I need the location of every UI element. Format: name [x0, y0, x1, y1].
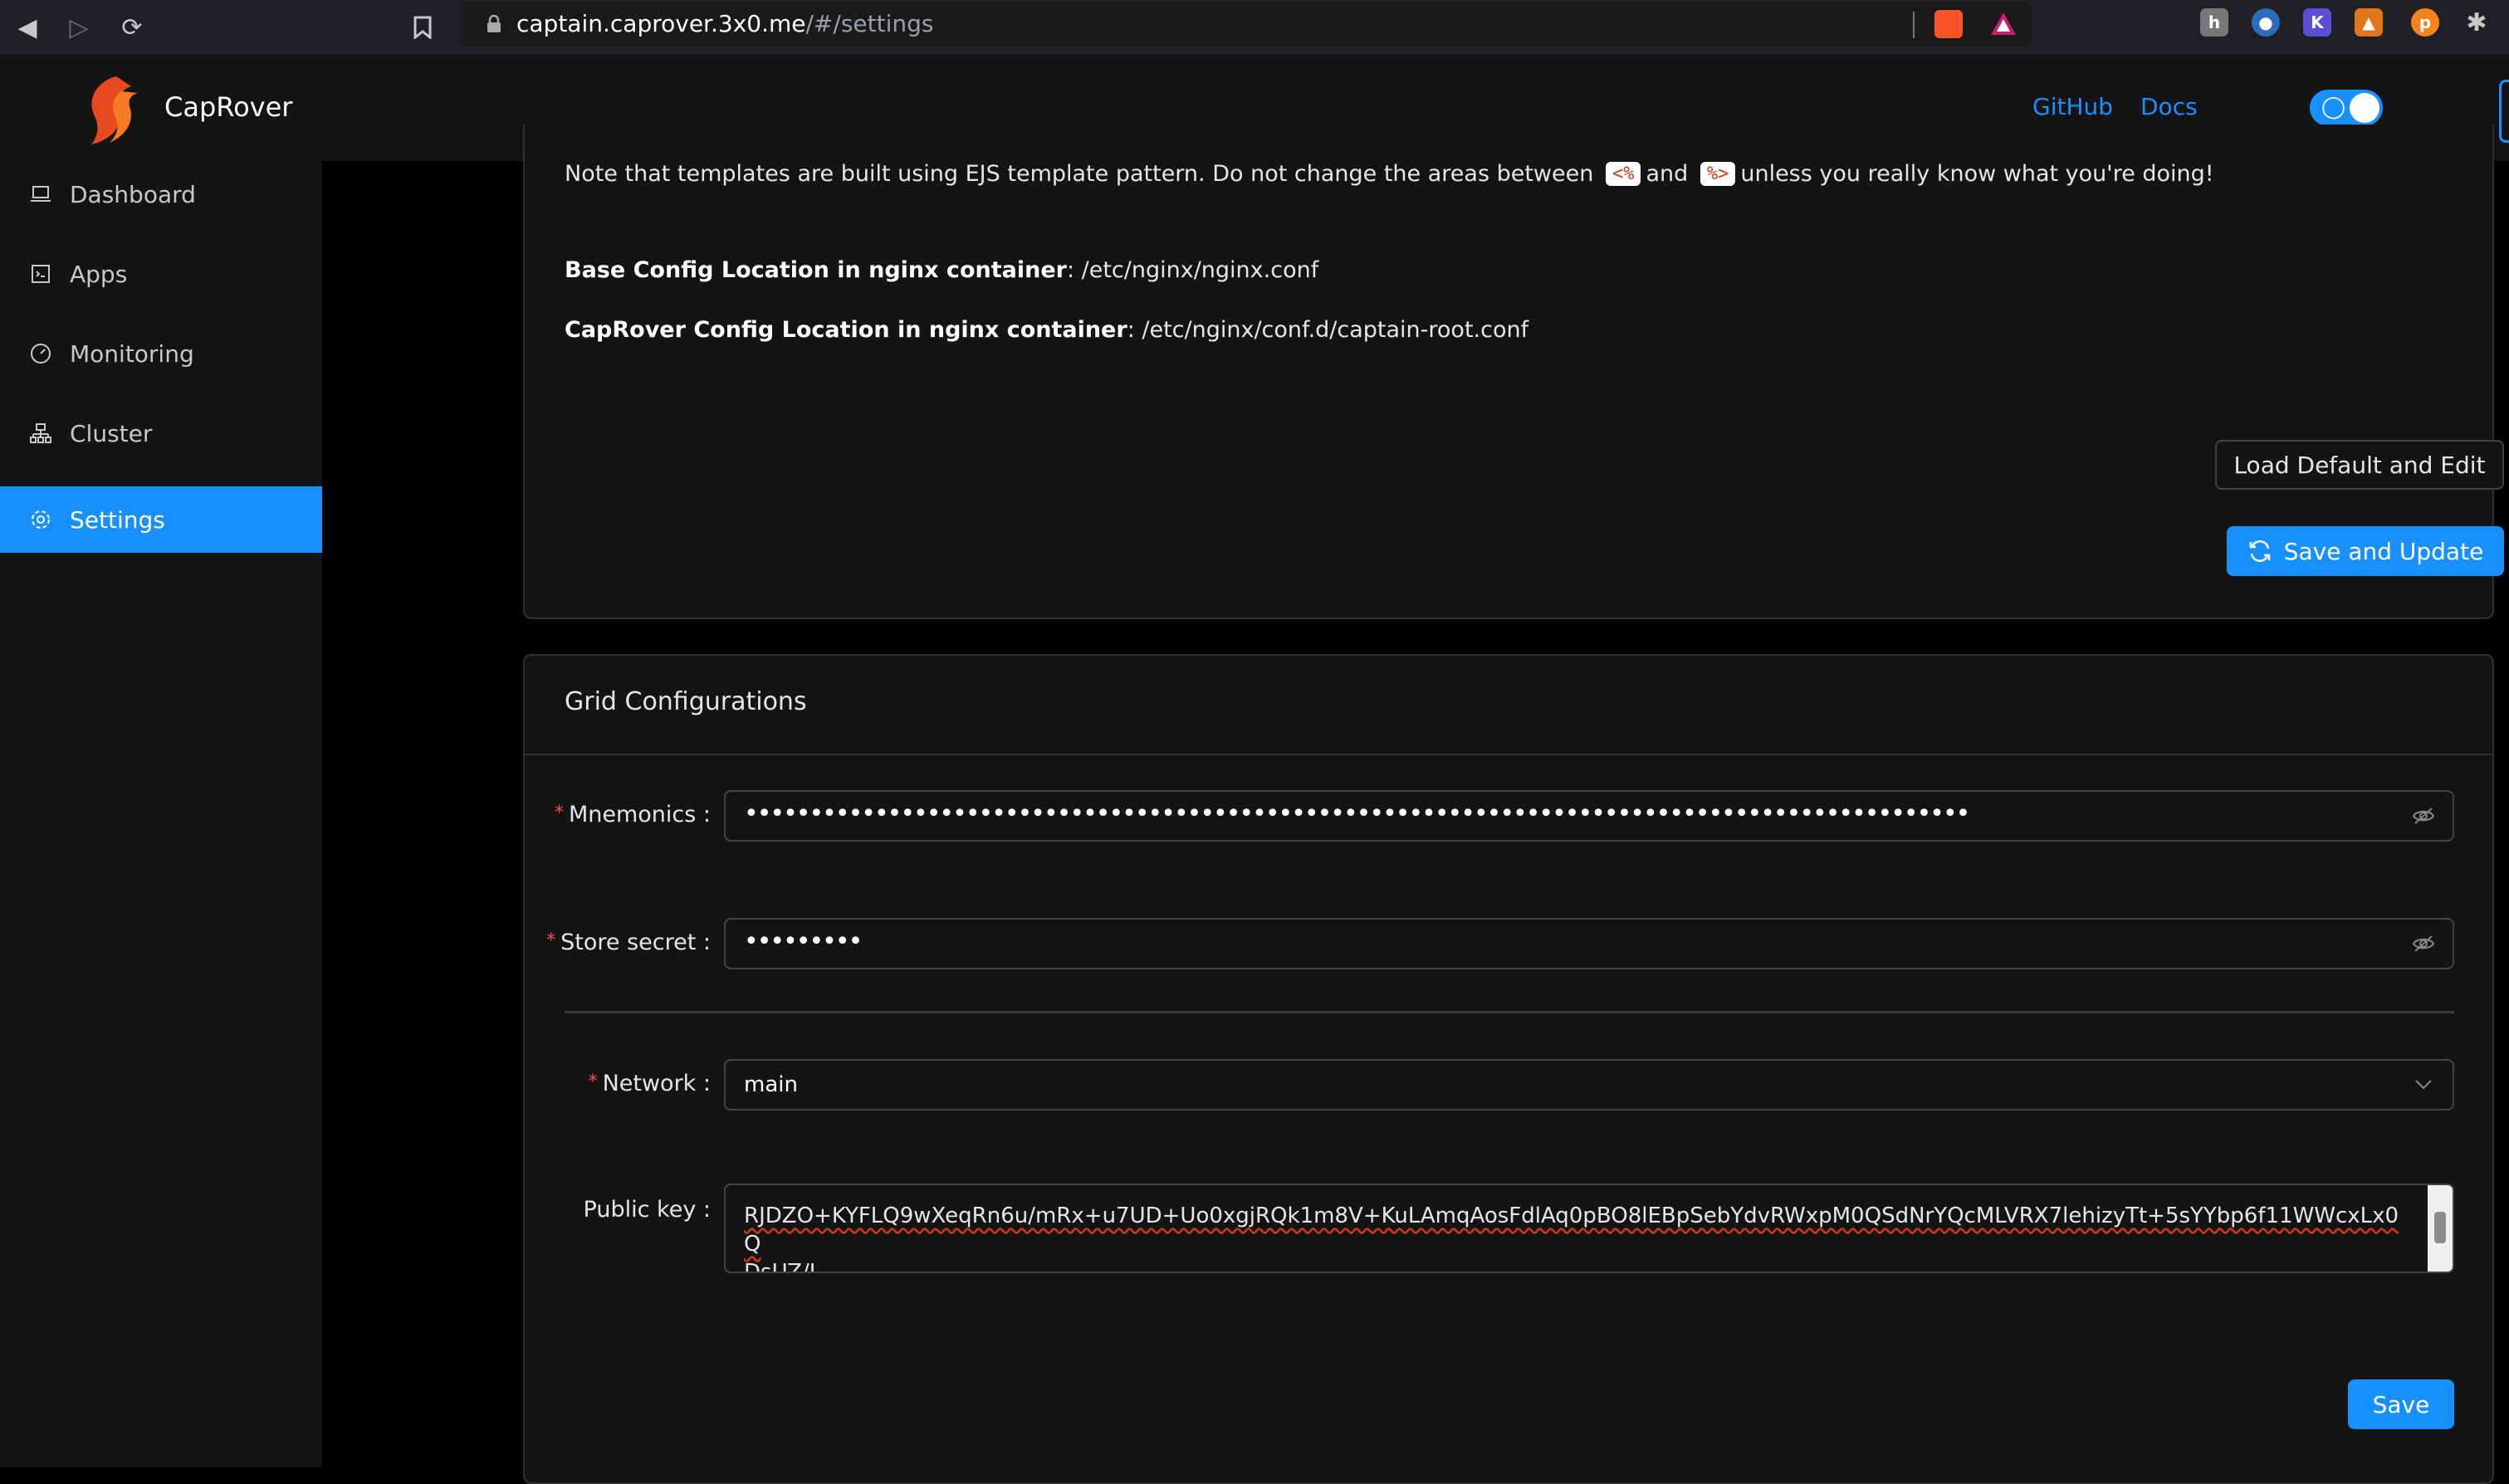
lock-icon — [480, 10, 508, 38]
extension-globe-icon[interactable]: ● — [2252, 8, 2280, 37]
public-key-line-2-text: DsUZ/J — [744, 1260, 816, 1273]
public-key-text: RJDZO+KYFLQ9wXeqRn6u/mRx+u7UD+Uo0xgjRQk1… — [744, 1185, 2413, 1273]
ejs-note-text: Note that templates are built using EJS … — [565, 161, 1594, 187]
gear-icon — [28, 507, 53, 532]
caprover-config-label: CapRover Config Location in nginx contai… — [565, 317, 1127, 343]
sync-icon — [2247, 539, 2272, 564]
ejs-close-tag: %> — [1700, 162, 1736, 186]
store-secret-input[interactable]: ••••••••• — [724, 918, 2454, 969]
sidebar-item-monitoring[interactable]: Monitoring — [0, 320, 322, 387]
url-divider — [1913, 12, 1915, 38]
extension-p-icon[interactable]: p — [2411, 8, 2439, 37]
eye-invisible-icon[interactable] — [2411, 803, 2436, 828]
sidebar-item-label: Monitoring — [70, 339, 194, 368]
public-key-line-1: RJDZO+KYFLQ9wXeqRn6u/mRx+u7UD+Uo0xgjRQk1… — [744, 1202, 2413, 1258]
store-secret-value: ••••••••• — [744, 927, 863, 956]
caprover-config-location: CapRover Config Location in nginx contai… — [565, 317, 1528, 343]
grid-config-card: Grid Configurations * Mnemonics : •••••••… — [523, 654, 2494, 1484]
network-label: * Network : — [588, 1071, 711, 1096]
save-and-update-label: Save and Update — [2283, 537, 2484, 565]
mnemonics-input[interactable]: ••••••••••••••••••••••••••••••••••••••••… — [724, 790, 2454, 842]
sidebar-item-settings[interactable]: Settings — [0, 486, 322, 553]
save-button[interactable]: Save — [2348, 1379, 2454, 1429]
toggle-knob — [2350, 93, 2379, 123]
grid-card-header: Grid Configurations — [525, 656, 2492, 755]
base-config-label: Base Config Location in nginx container — [565, 257, 1067, 283]
code-icon — [28, 261, 53, 286]
mnemonics-label: * Mnemonics : — [554, 802, 711, 827]
ejs-note: Note that templates are built using EJS … — [565, 161, 2214, 187]
nginx-config-card: Note that templates are built using EJS … — [523, 124, 2504, 619]
sidebar-item-label: Settings — [70, 505, 165, 534]
extension-h-icon[interactable]: h — [2200, 8, 2228, 37]
public-key-label-text: Public key — [583, 1197, 697, 1223]
caprover-logo[interactable] — [80, 73, 149, 148]
address-bar[interactable]: captain.caprover.3x0.me/#/settings — [460, 2, 2032, 46]
network-value: main — [744, 1072, 798, 1097]
brave-rewards-icon[interactable] — [1989, 10, 2017, 38]
caprover-config-value: : /etc/nginx/conf.d/captain-root.conf — [1127, 317, 1529, 343]
public-key-label: Public key : — [583, 1197, 711, 1223]
cluster-icon — [28, 421, 53, 446]
store-secret-label: * Store secret : — [546, 930, 711, 955]
mnemonics-value: ••••••••••••••••••••••••••••••••••••••••… — [744, 799, 1970, 828]
bulb-icon: ◯ — [2321, 95, 2346, 120]
sidebar: Dashboard Apps Monitoring Cluster Settin… — [0, 161, 322, 1467]
ejs-note-warning: unless you really know what you're doing… — [1740, 161, 2214, 187]
url-host: captain.caprover.3x0.me — [516, 10, 806, 37]
brave-shield-icon[interactable] — [1934, 10, 1963, 38]
mnemonics-label-text: Mnemonics — [568, 802, 697, 827]
base-config-location: Base Config Location in nginx container:… — [565, 257, 1318, 283]
forward-icon[interactable]: ▷ — [58, 7, 100, 48]
cut-off-header-button[interactable] — [2499, 80, 2509, 143]
base-config-value: : /etc/nginx/nginx.conf — [1066, 257, 1319, 283]
url-path: /#/settings — [805, 10, 934, 37]
load-default-button[interactable]: Load Default and Edit — [2215, 440, 2504, 490]
public-key-partial-line — [744, 1185, 2413, 1202]
metamask-icon[interactable]: ▲ — [2355, 8, 2383, 37]
eye-invisible-icon[interactable] — [2411, 931, 2436, 956]
sidebar-item-apps[interactable]: Apps — [0, 241, 322, 307]
scrollbar-thumb[interactable] — [2434, 1212, 2446, 1243]
network-label-text: Network — [602, 1071, 697, 1096]
chevron-down-icon — [2411, 1072, 2436, 1097]
sidebar-item-label: Dashboard — [70, 180, 196, 208]
extension-k-icon[interactable]: K — [2303, 8, 2331, 37]
puzzle-icon[interactable]: ✱ — [2463, 8, 2491, 37]
public-key-line-2: DsUZ/J — [744, 1258, 2413, 1273]
url-text: captain.caprover.3x0.me/#/settings — [516, 10, 933, 37]
brand-name: CapRover — [164, 91, 293, 123]
github-link[interactable]: GitHub — [2032, 93, 2113, 120]
grid-card-title: Grid Configurations — [565, 687, 807, 716]
public-key-line-1-text: RJDZO+KYFLQ9wXeqRn6u/mRx+u7UD+Uo0xgjRQk1… — [744, 1203, 2399, 1257]
sidebar-item-cluster[interactable]: Cluster — [0, 400, 322, 466]
back-icon[interactable]: ◀ — [7, 7, 48, 48]
reload-icon[interactable]: ⟳ — [111, 7, 153, 48]
laptop-icon — [28, 182, 53, 207]
browser-toolbar: ◀ ▷ ⟳ captain.caprover.3x0.me/#/settings… — [0, 0, 2509, 55]
network-select[interactable]: main — [724, 1059, 2454, 1111]
sidebar-item-label: Cluster — [70, 419, 153, 447]
docs-link[interactable]: Docs — [2140, 93, 2198, 120]
store-secret-label-text: Store secret — [560, 930, 697, 955]
public-key-textarea[interactable]: RJDZO+KYFLQ9wXeqRn6u/mRx+u7UD+Uo0xgjRQk1… — [724, 1184, 2454, 1273]
sidebar-item-dashboard[interactable]: Dashboard — [0, 161, 322, 227]
ejs-open-tag: <% — [1605, 162, 1641, 186]
ejs-note-and: and — [1646, 161, 1689, 187]
form-divider — [565, 1011, 2454, 1013]
bookmark-icon[interactable] — [402, 7, 443, 48]
dashboard-icon — [28, 341, 53, 366]
theme-toggle[interactable]: ◯ — [2310, 90, 2383, 126]
public-key-scrollbar[interactable] — [2428, 1185, 2453, 1272]
sidebar-item-label: Apps — [70, 260, 128, 288]
save-and-update-button[interactable]: Save and Update — [2227, 526, 2504, 576]
